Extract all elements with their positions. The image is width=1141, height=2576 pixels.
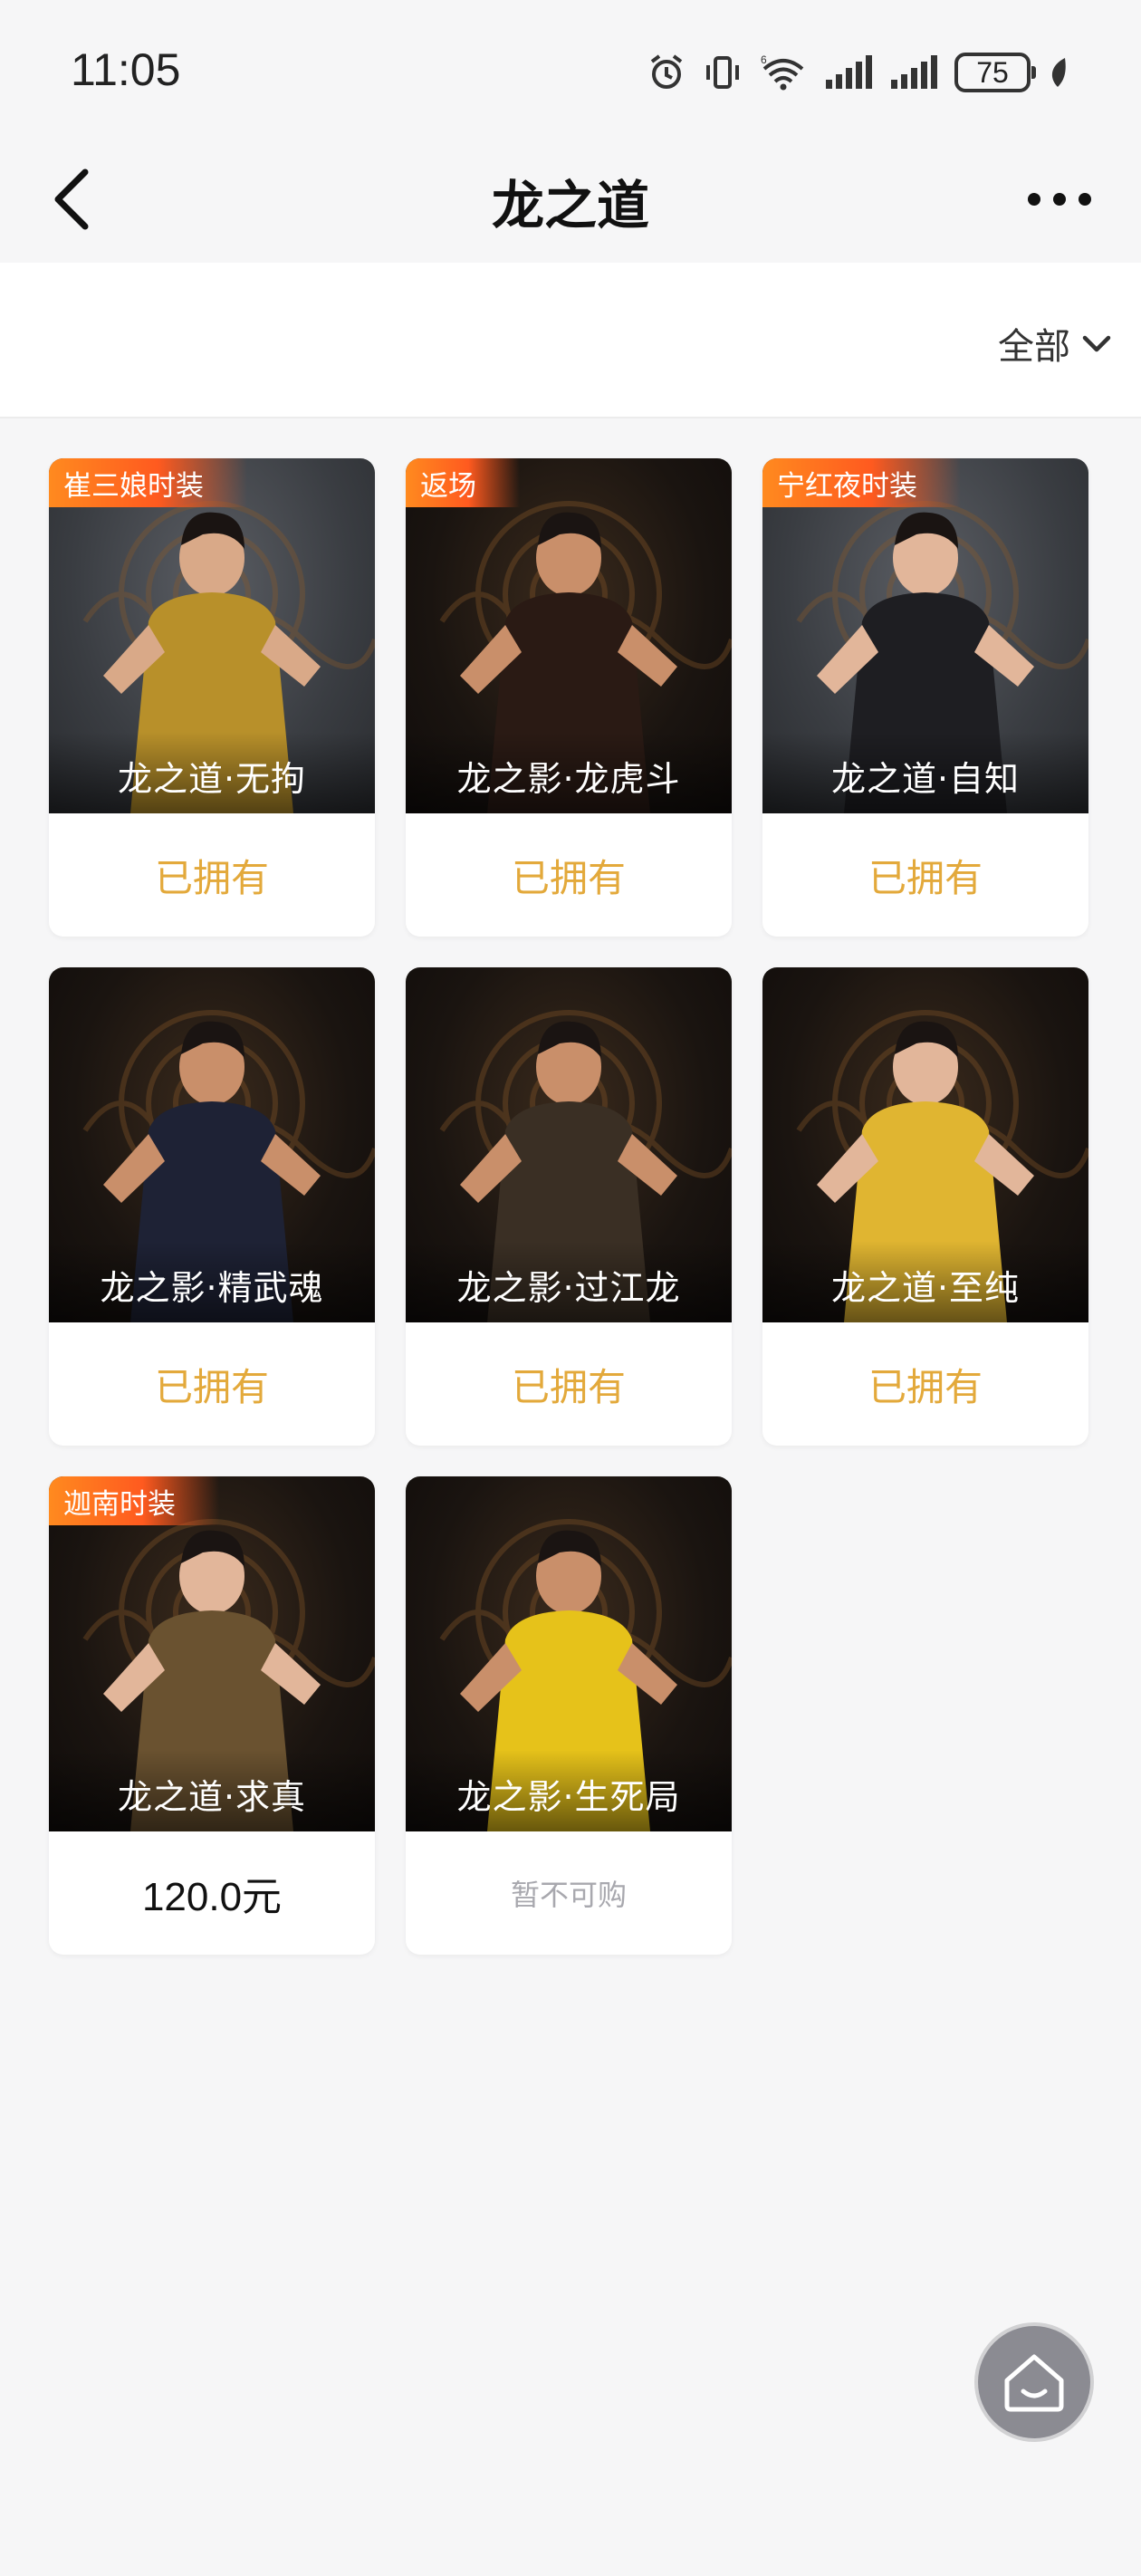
home-icon	[1004, 2354, 1064, 2412]
vibrate-icon	[706, 56, 739, 89]
skin-image: 龙之道·至纯	[762, 967, 1088, 1322]
owned-label: 已拥有	[511, 1364, 626, 1409]
tag-badge: 宁红夜时装	[762, 458, 961, 507]
owned-label: 已拥有	[868, 1364, 983, 1409]
chevron-down-icon	[1082, 335, 1111, 352]
tag-badge: 崔三娘时装	[49, 458, 247, 507]
owned-label: 已拥有	[154, 855, 269, 900]
price-label[interactable]: 120.0元	[49, 1831, 375, 1955]
tag-badge: 迦南时装	[49, 1476, 219, 1525]
battery-level: 75	[976, 55, 1009, 89]
owned-label: 已拥有	[154, 1364, 269, 1409]
owned-label: 已拥有	[511, 855, 626, 900]
skin-name: 龙之道·自知	[830, 759, 1021, 799]
skin-image: 龙之影·生死局	[406, 1476, 732, 1831]
status-icons: 6 75	[647, 45, 1069, 100]
more-button[interactable]	[1023, 181, 1096, 217]
owned-label: 已拥有	[868, 855, 983, 900]
skin-name: 龙之道·求真	[117, 1777, 307, 1817]
skin-card[interactable]: 龙之道·自知 宁红夜时装已拥有	[762, 458, 1088, 937]
more-dots-icon	[1028, 193, 1091, 206]
skin-card[interactable]: 龙之影·生死局暂不可购	[406, 1476, 732, 1955]
skin-image: 龙之道·无拘 崔三娘时装	[49, 458, 375, 813]
skin-grid: 龙之道·无拘 崔三娘时装 已拥有 龙之影·龙虎斗 返场 已拥有 龙之道·自知 宁…	[49, 458, 1088, 1955]
skin-card[interactable]: 龙之影·龙虎斗 返场已拥有	[406, 458, 732, 937]
filter-dropdown[interactable]: 全部	[998, 317, 1112, 370]
skin-card[interactable]: 龙之影·过江龙已拥有	[406, 967, 732, 1446]
wifi-6-icon: 6	[761, 53, 804, 91]
skin-image: 龙之影·精武魂	[49, 967, 375, 1322]
skin-image: 龙之道·自知 宁红夜时装	[762, 458, 1088, 813]
skin-name: 龙之影·龙虎斗	[456, 759, 681, 799]
skin-card[interactable]: 龙之道·求真 迦南时装 120.0元	[49, 1476, 375, 1955]
signal-icon	[826, 55, 872, 89]
skin-image: 龙之影·龙虎斗 返场	[406, 458, 732, 813]
status-bar: 11:05 6 75	[0, 0, 1141, 136]
skin-card[interactable]: 龙之影·精武魂已拥有	[49, 967, 375, 1446]
page-title: 龙之道	[491, 175, 649, 236]
filter-bar: 全部	[0, 263, 1141, 418]
battery-icon: 75	[954, 53, 1036, 92]
skin-image: 龙之道·求真 迦南时装	[49, 1476, 375, 1831]
status-time: 11:05	[71, 44, 181, 95]
skin-name: 龙之影·过江龙	[456, 1268, 681, 1308]
skin-card[interactable]: 龙之道·无拘 崔三娘时装已拥有	[49, 458, 375, 937]
leaf-icon	[1051, 58, 1066, 87]
skin-name: 龙之影·生死局	[456, 1777, 681, 1817]
tag-badge: 返场	[406, 458, 520, 507]
unavailable-label: 暂不可购	[510, 1878, 627, 1912]
svg-text:6: 6	[761, 53, 767, 66]
skin-image: 龙之影·过江龙	[406, 967, 732, 1322]
home-button[interactable]	[974, 2322, 1094, 2442]
signal-icon	[891, 55, 937, 89]
skin-name: 龙之道·无拘	[117, 759, 307, 799]
skin-card[interactable]: 龙之道·至纯已拥有	[762, 967, 1088, 1446]
skin-name: 龙之影·精武魂	[100, 1268, 324, 1308]
skin-name: 龙之道·至纯	[830, 1268, 1021, 1308]
filter-label: 全部	[998, 326, 1070, 368]
alarm-icon	[650, 54, 683, 89]
nav-bar: 龙之道	[0, 136, 1141, 263]
